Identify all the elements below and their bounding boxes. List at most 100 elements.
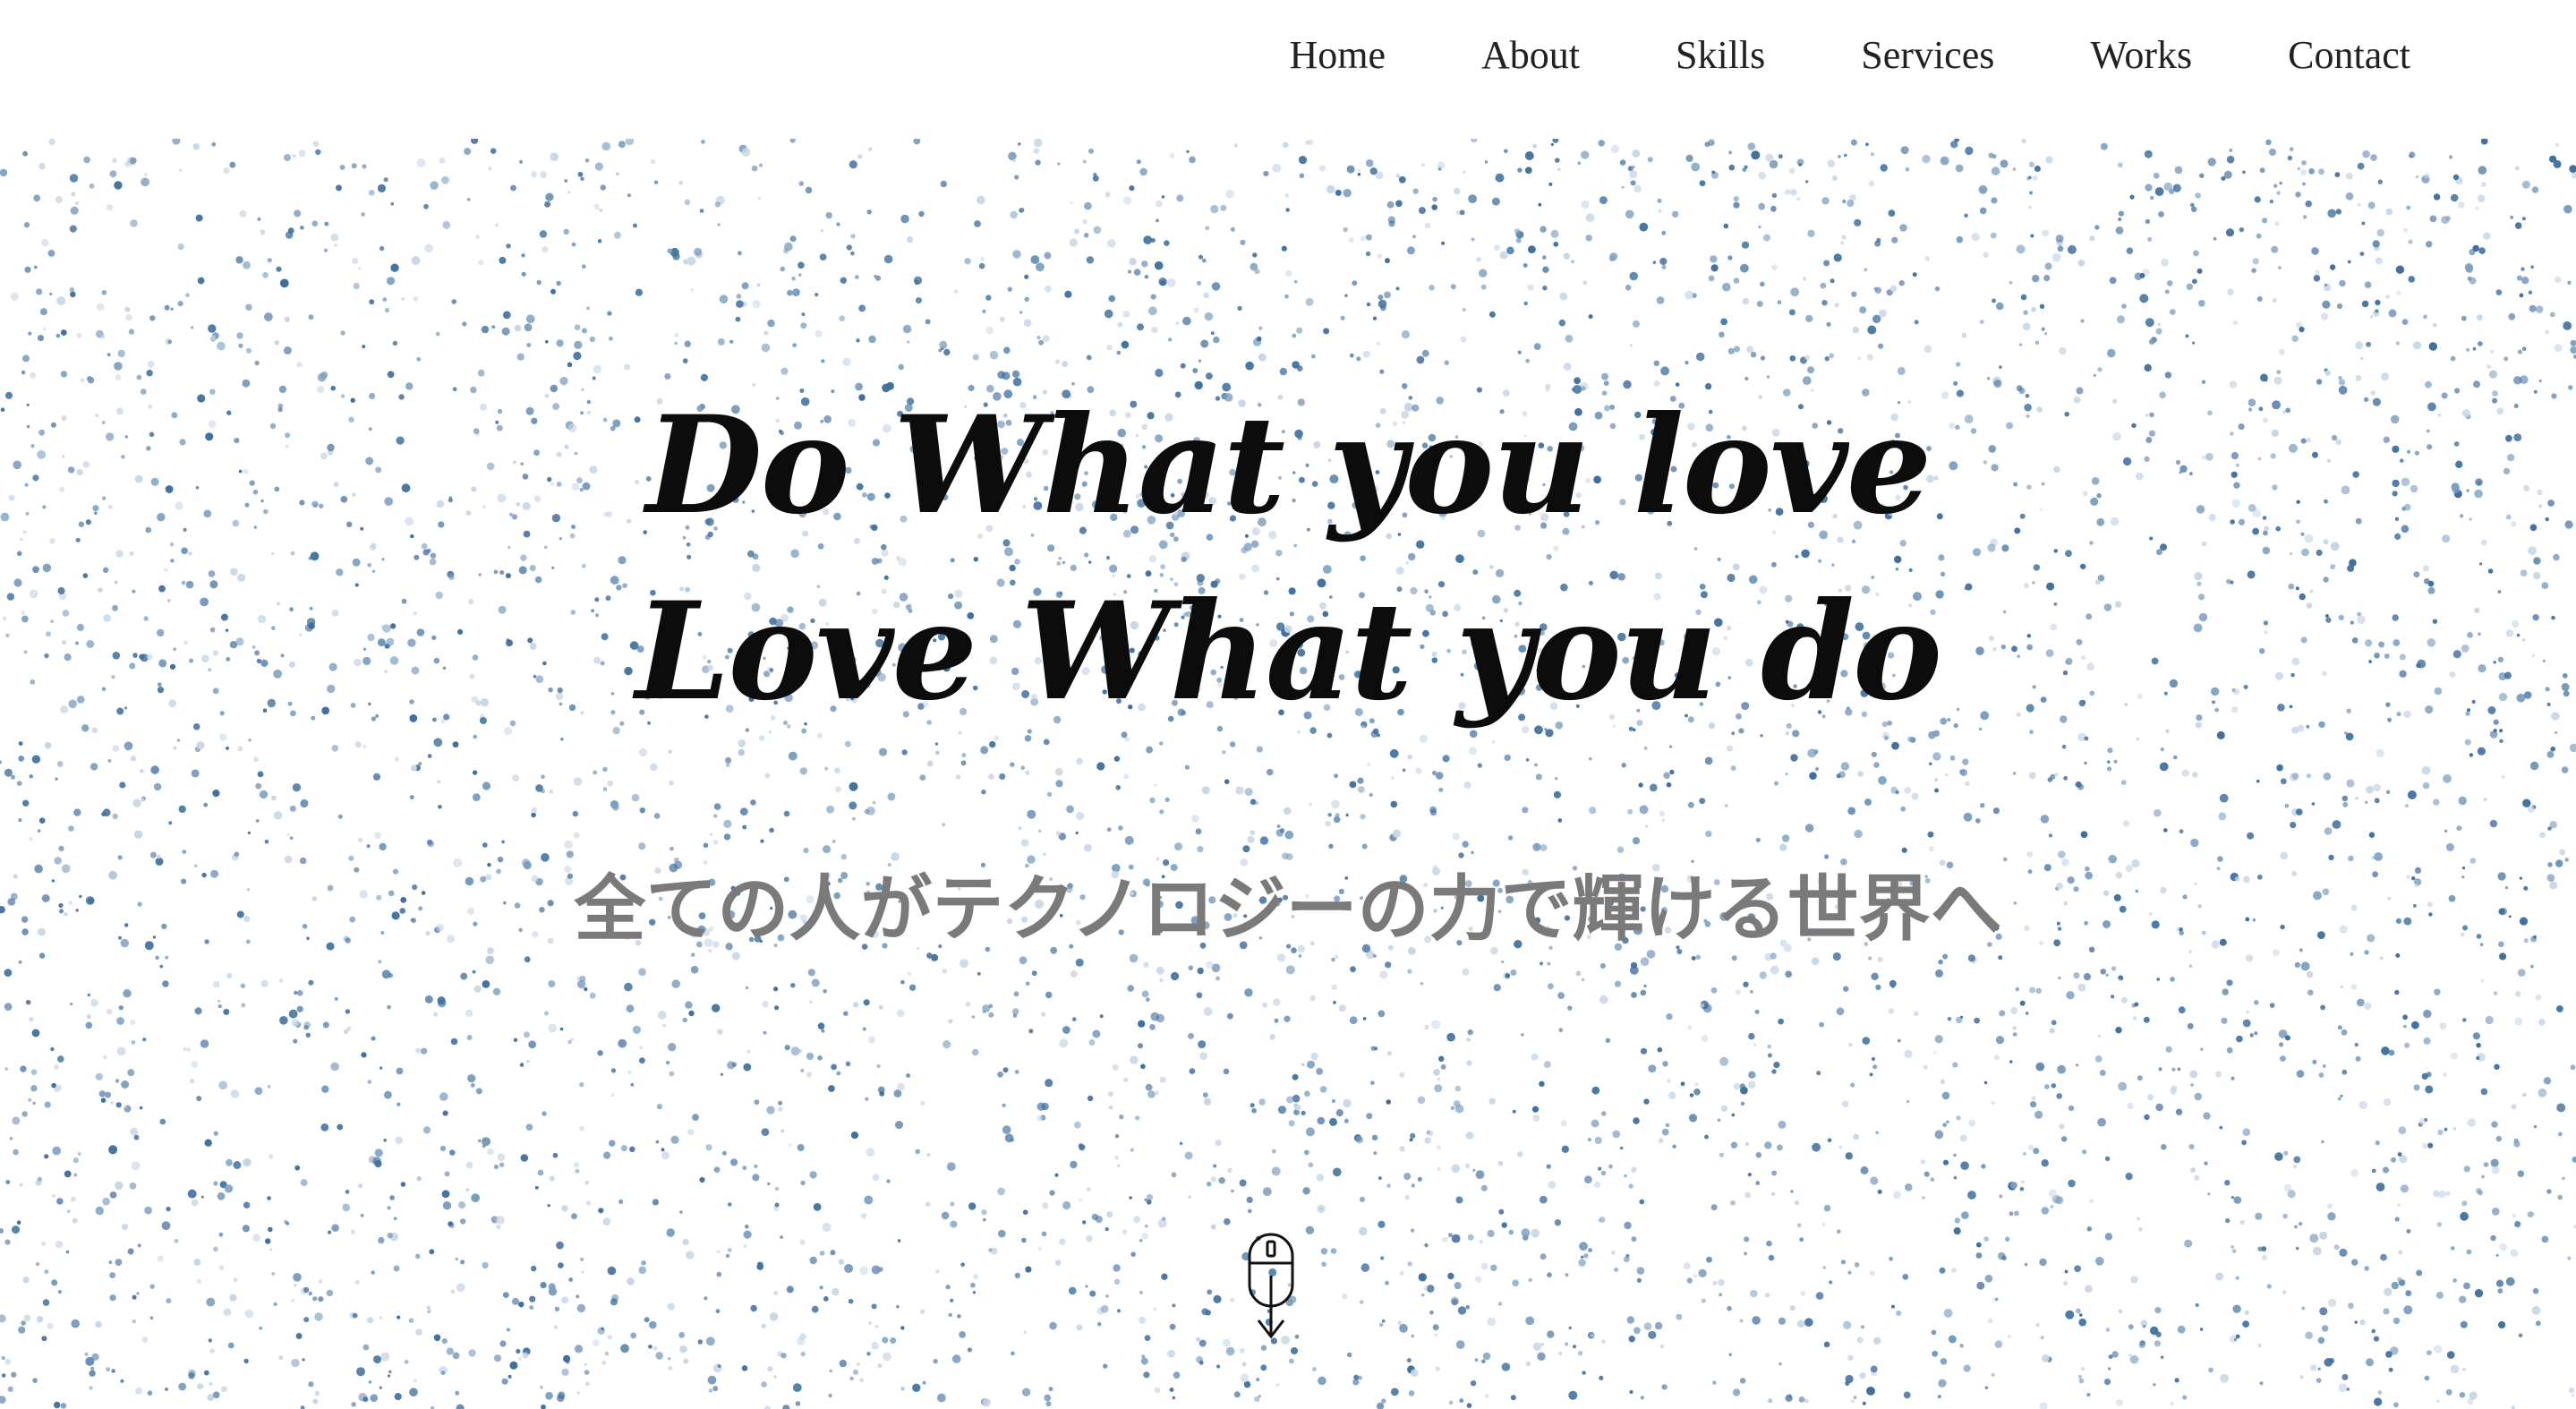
particle-dot <box>1285 269 1292 278</box>
particle-dot <box>1669 769 1675 775</box>
particle-dot <box>1815 1292 1824 1300</box>
particle-dot <box>2276 191 2281 195</box>
particle-dot <box>872 800 876 805</box>
particle-dot <box>1601 1111 1607 1116</box>
particle-dot <box>31 1029 40 1038</box>
particle-dot <box>38 817 46 824</box>
particle-dot <box>2445 216 2452 221</box>
particle-dot <box>1334 773 1338 779</box>
particle-dot <box>1612 1130 1621 1139</box>
particle-dot <box>2207 158 2216 167</box>
particle-dot <box>1748 1032 1755 1040</box>
particle-dot <box>2472 244 2479 252</box>
particle-dot <box>1203 1097 1212 1106</box>
particle-dot <box>2397 1152 2402 1157</box>
particle-dot <box>2450 1364 2460 1374</box>
nav-link-works[interactable]: Works <box>2090 29 2192 82</box>
particle-dot <box>1169 152 1175 158</box>
particle-dot <box>2480 1174 2486 1179</box>
nav-link-contact[interactable]: Contact <box>2288 29 2410 82</box>
particle-dot <box>1479 1240 1483 1244</box>
particle-dot <box>1991 1372 1995 1377</box>
particle-dot <box>1223 1068 1230 1075</box>
particle-dot <box>1589 807 1597 815</box>
particle-dot <box>1523 301 1528 306</box>
particle-dot <box>2106 766 2112 772</box>
nav-link-about[interactable]: About <box>1481 29 1580 82</box>
particle-dot <box>1559 292 1568 301</box>
particle-dot <box>736 294 742 299</box>
particle-dot <box>259 1326 263 1330</box>
particle-dot <box>1790 287 1800 297</box>
particle-dot <box>2494 1063 2500 1071</box>
particle-dot <box>1983 252 1989 258</box>
particle-dot <box>2063 775 2068 781</box>
particle-dot <box>55 777 58 781</box>
particle-dot <box>28 331 32 336</box>
particle-dot <box>2375 257 2383 265</box>
particle-dot <box>2045 156 2053 164</box>
particle-dot <box>1410 1132 1416 1139</box>
nav-link-skills[interactable]: Skills <box>1676 29 1765 82</box>
particle-dot <box>1922 1196 1925 1200</box>
particle-dot <box>196 1278 202 1285</box>
particle-dot <box>10 293 19 301</box>
particle-dot <box>1874 240 1881 247</box>
particle-dot <box>782 1405 790 1409</box>
particle-dot <box>836 222 840 226</box>
particle-dot <box>414 1379 417 1383</box>
particle-dot <box>1584 1175 1592 1184</box>
nav-link-home[interactable]: Home <box>1289 29 1386 82</box>
particle-dot <box>2020 294 2027 301</box>
particle-dot <box>2154 1307 2162 1314</box>
particle-dot <box>2256 233 2262 239</box>
particle-dot <box>2305 1331 2313 1340</box>
particle-dot <box>268 1226 273 1233</box>
particle-dot <box>1895 790 1899 795</box>
particle-dot <box>2254 1000 2259 1005</box>
particle-dot <box>1751 150 1761 160</box>
particle-dot <box>2246 1010 2249 1014</box>
particle-dot <box>1629 1390 1633 1394</box>
particle-dot <box>1941 1091 1950 1100</box>
particle-dot <box>1059 1038 1069 1048</box>
particle-dot <box>1352 280 1358 286</box>
particle-dot <box>1633 1327 1641 1335</box>
particle-dot <box>1404 1194 1410 1200</box>
particle-dot <box>1205 226 1210 231</box>
particle-dot <box>2515 991 2521 997</box>
particle-dot <box>1272 163 1282 173</box>
particle-dot <box>172 139 181 145</box>
particle-dot <box>2511 1405 2515 1409</box>
particle-dot <box>1718 1278 1725 1286</box>
particle-dot <box>2029 191 2034 195</box>
particle-dot <box>1316 1174 1325 1182</box>
particle-dot <box>0 168 8 177</box>
particle-dot <box>535 784 543 792</box>
particle-dot <box>1466 1403 1472 1408</box>
particle-dot <box>2028 772 2036 780</box>
particle-dot <box>1965 146 1974 156</box>
particle-dot <box>2293 1156 2301 1164</box>
particle-dot <box>1827 1138 1832 1142</box>
nav-link-services[interactable]: Services <box>1861 29 1994 82</box>
particle-dot <box>684 199 691 206</box>
particle-dot <box>1600 1170 1607 1176</box>
particle-dot <box>1568 1326 1572 1330</box>
particle-dot <box>236 332 243 339</box>
particle-dot <box>1343 1118 1349 1123</box>
particle-dot <box>2572 1157 2576 1163</box>
particle-dot <box>678 1332 685 1338</box>
particle-dot <box>713 803 721 810</box>
particle-dot <box>1764 1141 1772 1149</box>
particle-dot <box>2040 815 2050 824</box>
particle-dot <box>978 262 985 269</box>
particle-dot <box>778 1100 783 1106</box>
particle-dot <box>1998 1251 2006 1260</box>
particle-dot <box>773 1375 777 1379</box>
particle-dot <box>1722 282 1731 292</box>
particle-dot <box>218 999 221 1003</box>
particle-dot <box>337 1123 344 1131</box>
particle-dot <box>195 214 203 222</box>
particle-dot <box>2269 149 2276 156</box>
